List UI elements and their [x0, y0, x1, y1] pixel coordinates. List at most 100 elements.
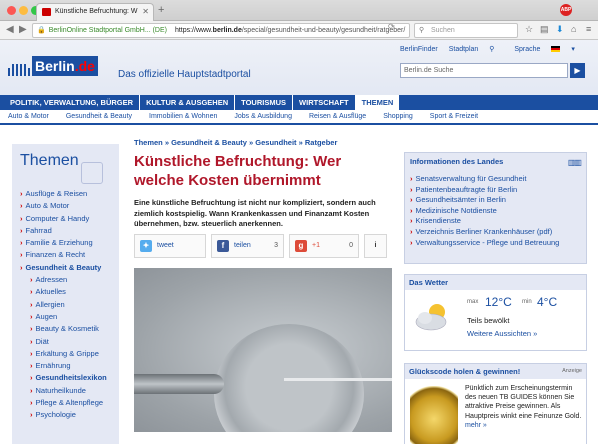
sidebar-item[interactable]: › Computer & Handy [20, 213, 119, 225]
search-placeholder: Suchen [431, 27, 455, 34]
info-link[interactable]: › Verwaltungsservice - Pflege und Betreuu… [410, 238, 581, 249]
close-tab-icon[interactable]: ✕ [142, 4, 149, 20]
back-icon[interactable]: ◀ [6, 24, 14, 35]
bookmark-star-icon[interactable]: ☆ [525, 24, 533, 35]
minimize-window-button[interactable] [19, 6, 28, 15]
facebook-count: 3 [274, 242, 278, 249]
berlin-logo[interactable]: Berlin.de [8, 54, 98, 76]
main-nav-item[interactable]: POLITIK, VERWALTUNG, BÜRGER [4, 95, 141, 110]
sidebar-list: › Ausflüge & Reisen › Auto & Motor › Computer… [12, 188, 119, 422]
language-link[interactable]: Sprache ▾ [514, 46, 575, 53]
sidebar-item[interactable]: › Auto & Motor [20, 200, 119, 212]
info-link-label: Verzeichnis Berliner Krankenhäuser (pdf) [415, 226, 553, 236]
sidebar-item[interactable]: › Finanzen & Recht [20, 249, 119, 261]
info-link[interactable]: › Verzeichnis Berliner Krankenhäuser (pdf… [410, 227, 581, 238]
gplus-button[interactable]: g +1 0 [289, 234, 359, 258]
weather-description: Teils bewölkt [467, 316, 510, 325]
sidebar: Themen › Ausflüge & Reisen › Auto & Motor › C… [12, 144, 119, 444]
main-nav-item[interactable]: KULTUR & AUSGEHEN [140, 95, 236, 110]
main-nav-item[interactable]: TOURISMUS [235, 95, 294, 110]
site-search-button[interactable]: ▶ [570, 63, 585, 78]
reload-icon[interactable]: ⟳ [388, 22, 395, 31]
sub-nav-item[interactable]: Gesundheit & Beauty [66, 110, 132, 123]
browser-tab[interactable]: Künstliche Befruchtung: W ✕ [36, 3, 154, 21]
sub-nav-item[interactable]: Sport & Freizeit [430, 110, 478, 123]
weather-box: Das Wetter max 12°C min 4°C Teils bewölk… [404, 274, 587, 351]
address-bar[interactable]: 🔒 BerlinOnline Stadtportal GmbH... (DE) h… [32, 23, 410, 38]
sub-nav-item[interactable]: Reisen & Ausflüge [309, 110, 366, 123]
sidebar-item-label: Beauty & Kosmetik [35, 324, 99, 334]
info-link[interactable]: › Patientenbeauftragte für Berlin [410, 185, 581, 196]
sub-nav-item[interactable]: Shopping [383, 110, 413, 123]
site-claim: Das offizielle Hauptstadtportal [118, 69, 251, 80]
sub-nav-item[interactable]: Auto & Motor [8, 110, 49, 123]
main-nav-item[interactable]: WIRTSCHAFT [293, 95, 356, 110]
arrow-icon: › [30, 287, 33, 297]
weather-max-value: 12°C [485, 295, 512, 309]
info-button[interactable]: i [364, 234, 387, 258]
sidebar-item[interactable]: › Psychologie [20, 409, 119, 421]
gold-coin-image[interactable] [410, 386, 458, 444]
arrow-icon: › [30, 311, 33, 321]
download-icon[interactable]: ⬇ [556, 24, 564, 35]
info-link[interactable]: › Medizinische Notdienste [410, 206, 581, 217]
sidebar-item[interactable]: › Diät [20, 336, 119, 348]
adblock-badge[interactable]: ABP [560, 4, 572, 16]
sidebar-item[interactable]: › Adressen [20, 274, 119, 286]
info-link[interactable]: › Gesundheitsämter in Berlin [410, 195, 581, 206]
arrow-icon: › [410, 195, 413, 205]
info-links: › Senatsverwaltung für Gesundheit › Patient… [410, 174, 581, 248]
sidebar-item[interactable]: › Naturheilkunde [20, 385, 119, 397]
forward-icon[interactable]: ▶ [19, 24, 27, 35]
breadcrumb[interactable]: Themen » Gesundheit & Beauty » Gesundhei… [134, 138, 392, 152]
arrow-icon: › [30, 299, 33, 309]
url-prefix: https://www. [174, 27, 213, 34]
top-links: BerlinFinder Stadtplan ⚲ Sprache ▾ [400, 45, 584, 53]
info-link-label: Senatsverwaltung für Gesundheit [415, 174, 527, 183]
site-search-input[interactable]: Berlin.de Suche [400, 63, 568, 78]
home-icon[interactable]: ⌂ [571, 24, 576, 34]
sidebar-item[interactable]: › Beauty & Kosmetik [20, 323, 119, 335]
facebook-share-button[interactable]: f teilen 3 [211, 234, 284, 258]
menu-icon[interactable]: ≡ [586, 24, 591, 34]
tab-bar: Künstliche Befruchtung: W ✕ + ABP [0, 0, 598, 21]
sidebar-item[interactable]: › Ernährung [20, 360, 119, 372]
reading-list-icon[interactable]: ▤ [540, 24, 549, 35]
sidebar-item[interactable]: › Gesundheitslexikon [20, 372, 119, 384]
info-link[interactable]: › Krisendienste [410, 216, 581, 227]
sub-nav-item[interactable]: Jobs & Ausbildung [234, 110, 292, 123]
info-link-label: Verwaltungsservice - Pflege und Betreuun… [415, 237, 560, 247]
weather-min-label: min [522, 299, 532, 305]
weather-more-link[interactable]: Weitere Aussichten » [467, 329, 537, 338]
favicon-icon [42, 8, 51, 16]
sidebar-item[interactable]: › Gesundheit & Beauty [20, 262, 119, 274]
arrow-icon: › [30, 336, 33, 346]
sidebar-item[interactable]: › Aktuelles [20, 286, 119, 298]
sidebar-item[interactable]: › Allergien [20, 299, 119, 311]
browser-search-input[interactable]: ⚲ Suchen [414, 23, 518, 38]
sidebar-item-label: Aktuelles [35, 287, 66, 297]
sidebar-item[interactable]: › Fahrrad [20, 225, 119, 237]
sub-nav-item[interactable]: Immobilien & Wohnen [149, 110, 217, 123]
close-window-button[interactable] [7, 6, 16, 15]
info-link[interactable]: › Senatsverwaltung für Gesundheit [410, 174, 581, 185]
url-host: berlin.de [212, 27, 242, 34]
main-nav-item[interactable]: THEMEN [355, 95, 400, 110]
themen-icon [81, 162, 103, 184]
sidebar-item[interactable]: › Familie & Erziehung [20, 237, 119, 249]
sidebar-item-label: Gesundheit & Beauty [25, 262, 102, 272]
sidebar-item[interactable]: › Augen [20, 311, 119, 323]
sidebar-item[interactable]: › Pflege & Altenpflege [20, 397, 119, 409]
berlinfinder-link[interactable]: BerlinFinder [400, 46, 438, 53]
sidebar-item[interactable]: › Erkältung & Grippe [20, 348, 119, 360]
stadtplan-link[interactable]: Stadtplan ⚲ [449, 46, 504, 53]
sidebar-item-label: Augen [35, 311, 58, 321]
tweet-button[interactable]: ✦ tweet [134, 234, 206, 258]
lucky-more-link[interactable]: mehr » [465, 422, 487, 429]
sidebar-item[interactable]: › Ausflüge & Reisen [20, 188, 119, 200]
sidebar-item-label: Ernährung [35, 361, 71, 371]
info-link-label: Krisendienste [415, 216, 461, 226]
lucky-title[interactable]: Glückscode holen & gewinnen! [405, 364, 586, 379]
arrow-icon: › [410, 216, 413, 226]
new-tab-button[interactable]: + [158, 4, 164, 16]
